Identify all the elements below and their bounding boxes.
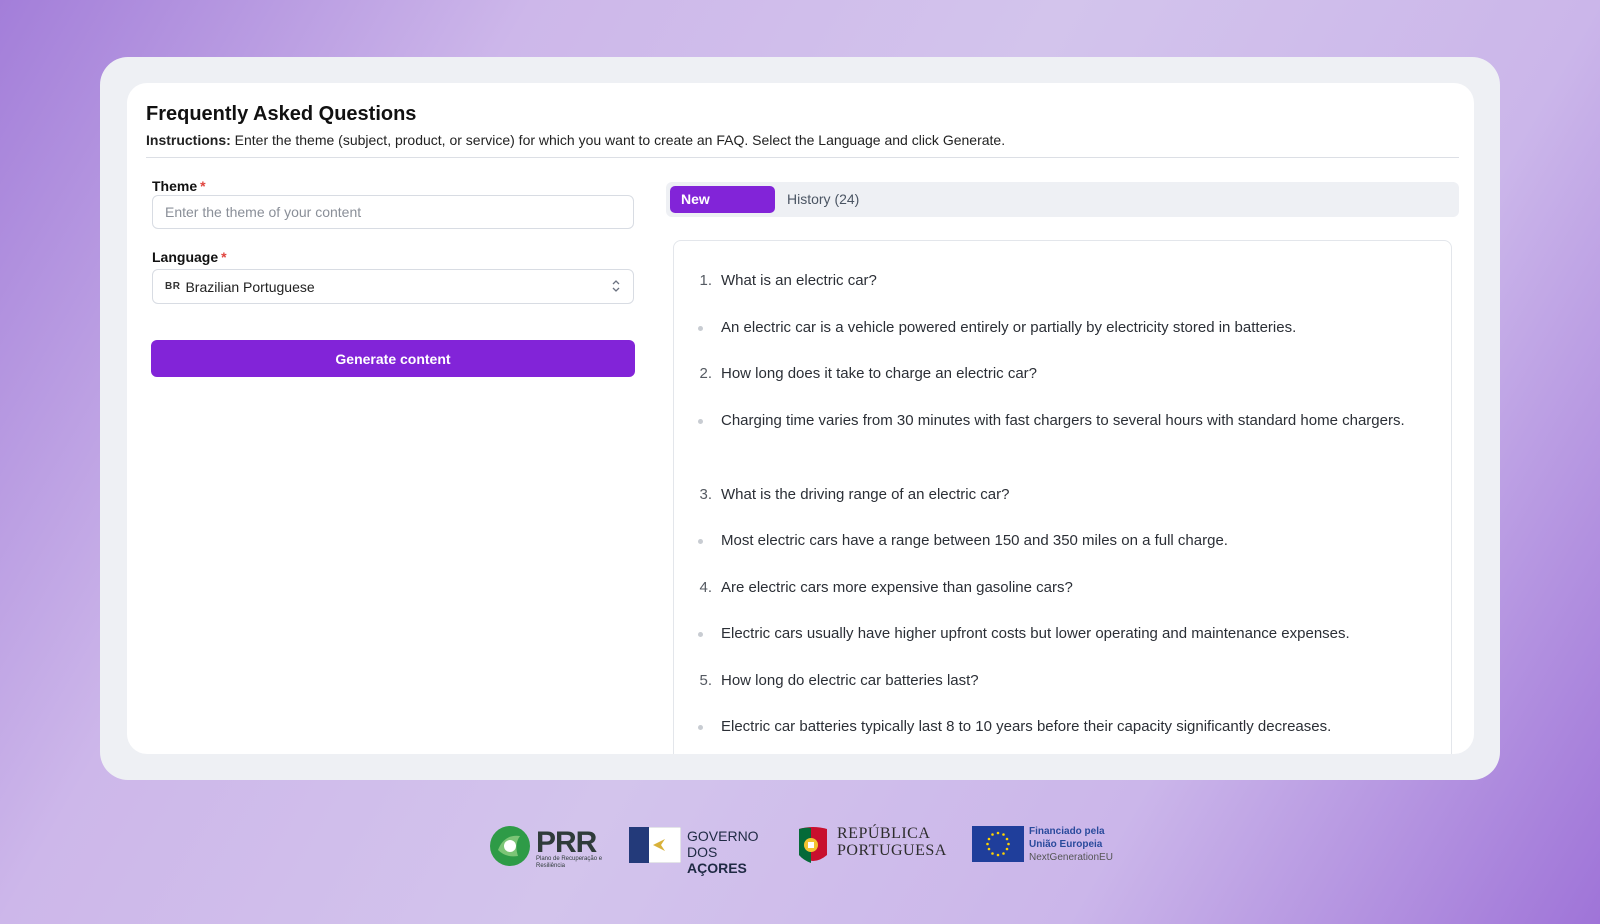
brazil-flag-icon: BR: [165, 281, 181, 292]
question-number: 5.: [699, 672, 712, 689]
question-number: 1.: [699, 272, 712, 289]
question-text: Are electric cars more expensive than ga…: [721, 579, 1073, 596]
prr-name: PRR: [536, 826, 597, 859]
theme-input[interactable]: [152, 195, 634, 229]
instructions-label: Instructions:: [146, 132, 231, 148]
language-label: Language *: [152, 249, 227, 265]
portugal-emblem-icon: [799, 827, 827, 863]
governo-line2b: AÇORES: [687, 860, 747, 876]
acores-flag-icon: [629, 827, 681, 863]
content-tabs: New Content History (24): [666, 182, 1459, 234]
eu-funding-text: Financiado pela União Europeia NextGener…: [1029, 825, 1113, 864]
eu-line2: União Europeia: [1029, 839, 1103, 850]
bullet-icon: [698, 326, 703, 331]
instructions: Instructions: Enter the theme (subject, …: [146, 132, 1005, 148]
faq-panel: Frequently Asked Questions Instructions:…: [127, 83, 1474, 754]
question-text: What is the driving range of an electric…: [721, 486, 1010, 503]
governo-line2a: DOS: [687, 844, 718, 860]
answer-text: Electric car batteries typically last 8 …: [721, 718, 1332, 735]
funding-logos: PRR Plano de Recuperação e Resiliência G…: [488, 822, 1113, 876]
republica-portuguesa-logo: REPÚBLICA PORTUGUESA: [797, 822, 947, 870]
required-mark: *: [221, 249, 227, 265]
language-select-value: Brazilian Portuguese: [185, 278, 315, 295]
question-text: What is an electric car?: [721, 272, 877, 289]
eu-line1: Financiado pela: [1029, 826, 1105, 837]
question-number: 4.: [699, 579, 712, 596]
republica-line2: PORTUGUESA: [837, 842, 947, 859]
faq-output: 1. What is an electric car? An electric …: [673, 240, 1452, 754]
governo-line1: GOVERNO: [687, 828, 759, 844]
language-select[interactable]: BR Brazilian Portuguese: [152, 269, 634, 304]
prr-logo: PRR Plano de Recuperação e Resiliência: [488, 822, 613, 870]
bullet-icon: [698, 419, 703, 424]
answer-text: Charging time varies from 30 minutes wit…: [721, 412, 1405, 429]
tab-new-content[interactable]: New Content: [670, 186, 775, 234]
language-label-text: Language: [152, 249, 219, 265]
instructions-text: Enter the theme (subject, product, or se…: [230, 132, 1006, 148]
chevron-up-down-icon: [612, 280, 620, 292]
eu-funding-logo: Financiado pela União Europeia NextGener…: [972, 822, 1113, 870]
question-number: 3.: [699, 486, 712, 503]
eu-flag-icon: [972, 826, 1024, 862]
tab-history[interactable]: History (24): [776, 186, 870, 213]
app-card: Frequently Asked Questions Instructions:…: [100, 57, 1500, 780]
prr-subtitle: Plano de Recuperação e Resiliência: [536, 856, 603, 869]
page-title: Frequently Asked Questions: [146, 103, 417, 125]
theme-label-text: Theme: [152, 178, 198, 194]
eu-line3: NextGenerationEU: [1029, 852, 1113, 863]
required-mark: *: [200, 178, 206, 194]
prr-leaf-icon: [490, 826, 530, 866]
theme-label: Theme *: [152, 178, 206, 194]
bullet-icon: [698, 539, 703, 544]
answer-text: An electric car is a vehicle powered ent…: [721, 319, 1297, 336]
republica-line1: REPÚBLICA: [837, 825, 931, 842]
header-divider: [146, 157, 1459, 158]
bullet-icon: [698, 725, 703, 730]
question-text: How long do electric car batteries last?: [721, 672, 979, 689]
generate-content-button[interactable]: Generate content: [151, 340, 635, 377]
bullet-icon: [698, 632, 703, 637]
republica-text: REPÚBLICA PORTUGUESA: [837, 825, 947, 859]
question-text: How long does it take to charge an elect…: [721, 365, 1038, 382]
answer-text: Most electric cars have a range between …: [721, 532, 1228, 549]
governo-acores-text: GOVERNO DOS AÇORES: [687, 828, 774, 876]
governo-acores-logo: GOVERNO DOS AÇORES: [629, 822, 774, 876]
question-number: 2.: [699, 365, 712, 382]
answer-text: Electric cars usually have higher upfron…: [721, 625, 1350, 642]
